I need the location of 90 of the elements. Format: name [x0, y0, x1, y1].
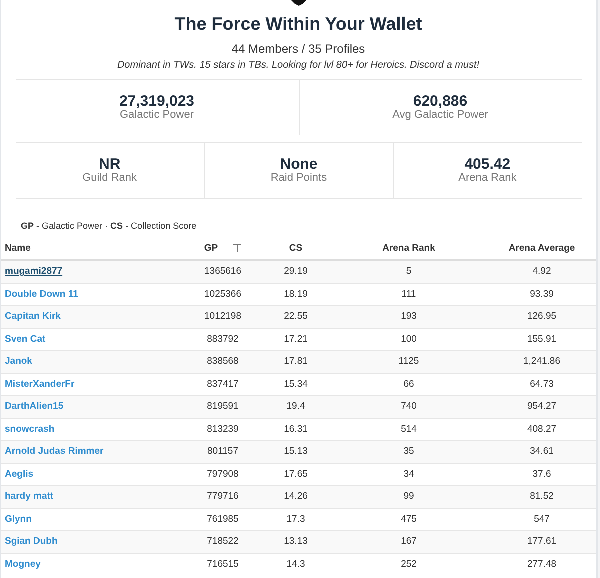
member-link[interactable]: Sgian Dubh	[5, 536, 58, 548]
table-cell: 718522	[207, 536, 239, 548]
table-cell: 111	[402, 288, 416, 300]
stat-value: 405.42	[464, 156, 511, 173]
column-header[interactable]: Arena Average	[508, 243, 576, 254]
column-header[interactable]: CS	[289, 243, 303, 254]
member-link[interactable]: snowcrash	[5, 424, 55, 435]
table-cell: 1012198	[204, 311, 242, 322]
table-cell: 797908	[207, 468, 239, 480]
table-cell: 14.26	[284, 491, 308, 502]
guild-name: The Force Within Your Wallet	[174, 14, 422, 35]
guild-description: Dominant in TWs. 15 stars in TBs. Looking for lvl 80+ for Heroics. Discord a must!	[117, 60, 480, 71]
table-cell: 177.61	[527, 536, 557, 548]
table-cell: 18.19	[284, 288, 308, 300]
column-header[interactable]: GP	[204, 243, 218, 254]
table-cell: 34.61	[530, 446, 554, 458]
legend-text: GP - Galactic Power · CS - Collection Score	[21, 221, 197, 231]
table-cell: 167	[401, 536, 417, 548]
table-cell: 475	[401, 514, 417, 525]
table-cell: 13.13	[284, 536, 308, 548]
table-cell: 81.52	[530, 491, 554, 502]
table-cell: 17.3	[286, 514, 306, 525]
table-cell: 99	[404, 491, 414, 502]
table-cell: 22.55	[284, 311, 308, 322]
table-cell: 547	[534, 514, 550, 525]
table-cell: 35	[404, 446, 414, 458]
table-cell: 252	[401, 558, 417, 570]
table-cell: 16.31	[284, 424, 308, 435]
member-link[interactable]: Sven Cat	[5, 334, 46, 345]
table-cell: 100	[401, 334, 417, 345]
member-count: 44 Members / 35 Profiles	[232, 42, 366, 56]
table-cell: 17.65	[284, 468, 308, 480]
table-cell: 514	[401, 424, 417, 435]
stat-value: NR	[98, 156, 121, 173]
table-cell: 1025366	[204, 288, 242, 300]
table-cell: 15.13	[284, 446, 308, 458]
table-cell: 740	[401, 401, 417, 412]
table-cell: 34	[404, 468, 414, 480]
column-header[interactable]: Name	[5, 243, 31, 254]
member-link[interactable]: Mogney	[5, 558, 41, 570]
stat-label: Guild Rank	[82, 172, 138, 184]
table-cell: 19.4	[286, 401, 306, 412]
table-cell: 819591	[207, 401, 239, 412]
table-cell: 801157	[208, 446, 238, 458]
table-cell: 838568	[207, 356, 239, 368]
table-cell: 37.6	[532, 468, 552, 480]
table-cell: 14.3	[286, 558, 306, 570]
member-link[interactable]: Janok	[5, 356, 32, 368]
member-link[interactable]: mugami2877	[5, 266, 63, 278]
table-cell: 837417	[207, 378, 239, 390]
member-link[interactable]: Glynn	[5, 514, 32, 525]
table-cell: 883792	[207, 334, 239, 345]
member-link[interactable]: Double Down 11	[5, 288, 78, 300]
table-cell: 1125	[398, 356, 420, 368]
emblem-icon	[290, 0, 306, 6]
table-cell: 64.73	[530, 378, 554, 390]
table-cell: 813239	[207, 424, 239, 435]
table-cell: 408.27	[527, 424, 557, 435]
table-cell: 155.91	[527, 334, 557, 345]
table-cell: 17.21	[284, 334, 308, 345]
member-link[interactable]: Capitan Kirk	[5, 311, 61, 322]
member-link[interactable]: DarthAlien15	[5, 401, 64, 412]
table-cell: 126.95	[527, 311, 557, 322]
stat-label: Avg Galactic Power	[392, 110, 488, 122]
stat-label: Raid Points	[270, 172, 328, 184]
table-cell: 17.81	[284, 356, 308, 368]
table-cell: 5	[406, 266, 412, 278]
stat-value: None	[280, 156, 318, 173]
stat-value: 27,319,023	[119, 94, 195, 110]
table-cell: 779716	[207, 491, 239, 502]
stat-label: Galactic Power	[120, 110, 194, 122]
member-link[interactable]: Aeglis	[5, 468, 34, 480]
table-cell: 4.92	[532, 266, 552, 278]
table-cell: 193	[401, 311, 417, 322]
table-cell: 15.34	[284, 378, 308, 390]
table-cell: 1365616	[204, 266, 242, 278]
member-link[interactable]: MisterXanderFr	[5, 378, 75, 390]
stat-value: 620,886	[413, 94, 468, 110]
table-cell: 93.39	[530, 288, 554, 300]
table-cell: 66	[404, 378, 414, 390]
column-header[interactable]: Arena Rank	[382, 243, 436, 254]
table-cell: 716515	[207, 558, 239, 570]
member-link[interactable]: hardy matt	[5, 491, 54, 502]
table-cell: 761985	[207, 514, 239, 525]
sort-icon[interactable]	[232, 244, 242, 253]
table-cell: 1,241.86	[524, 356, 560, 368]
table-cell: 29.19	[284, 266, 308, 278]
stat-label: Arena Rank	[458, 172, 517, 184]
table-cell: 277.48	[527, 558, 557, 570]
table-cell: 954.27	[527, 401, 557, 412]
